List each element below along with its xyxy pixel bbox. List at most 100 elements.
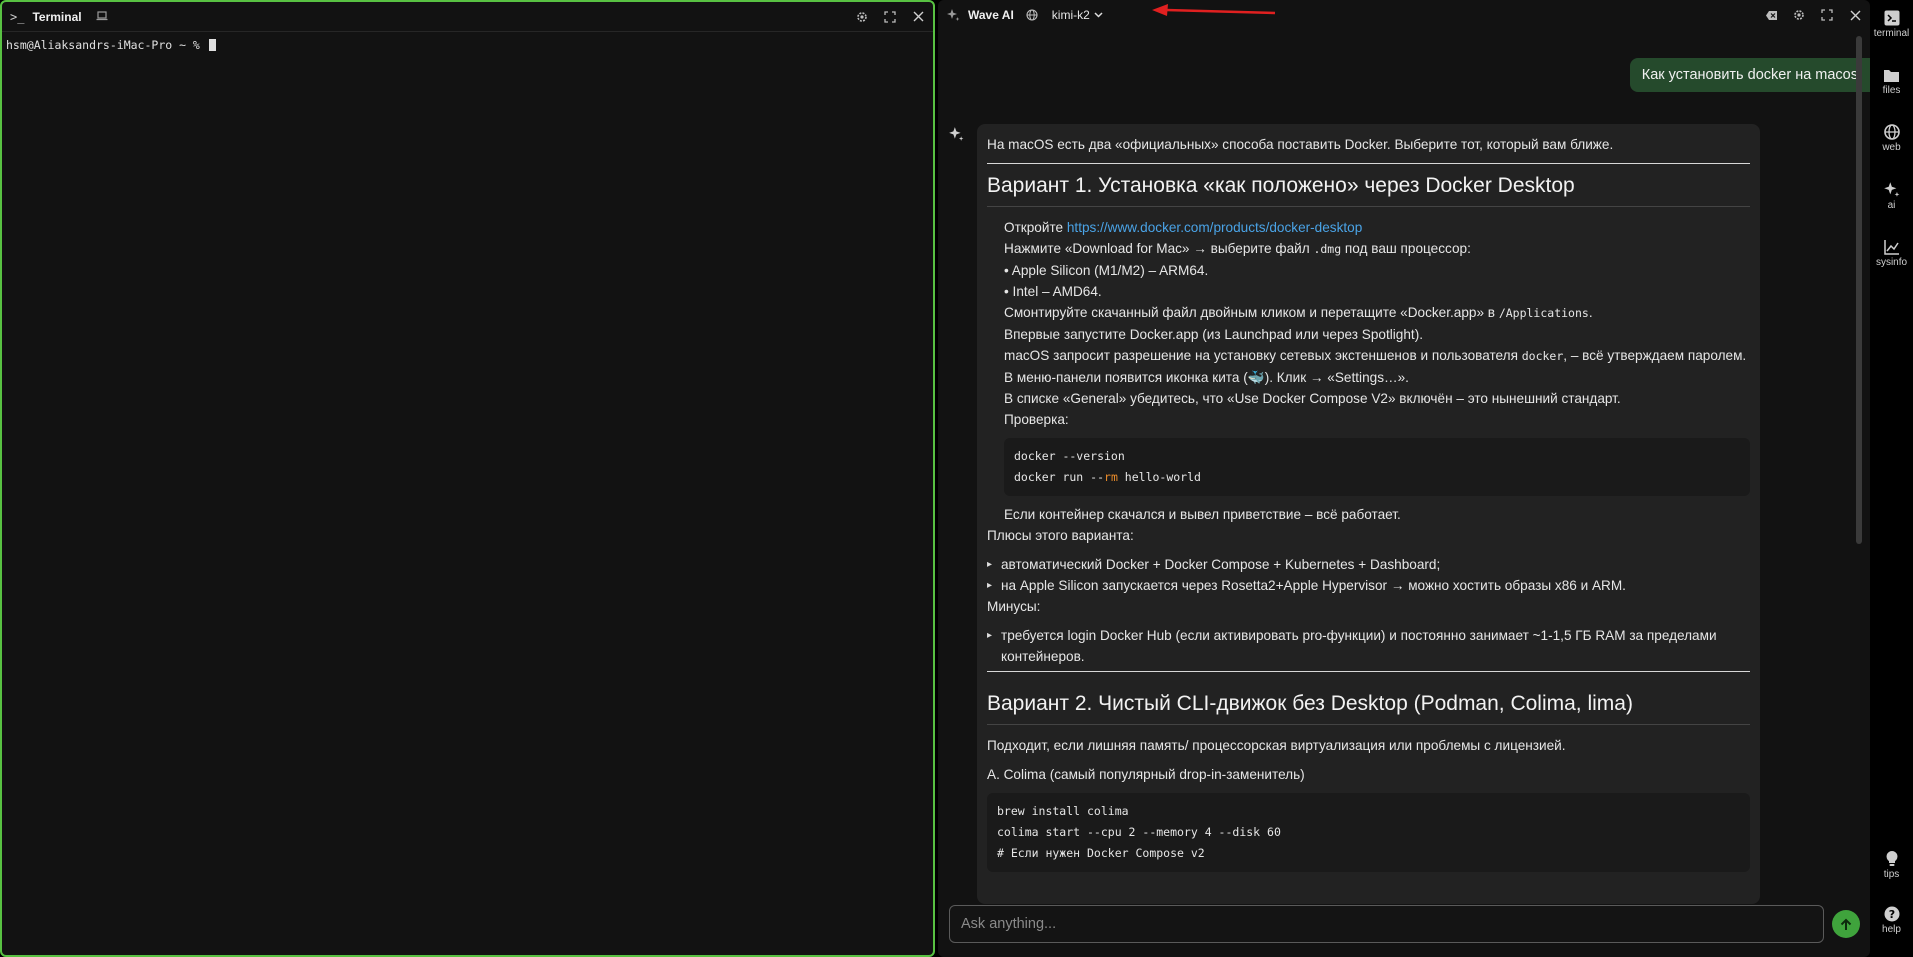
sidebar-item-label: sysinfo — [1875, 257, 1908, 268]
con-item: требуется login Docker Hub (если активир… — [987, 625, 1750, 667]
terminal-output[interactable]: hsm@Aliaksandrs-iMac-Pro ~ % — [2, 32, 933, 58]
code-line: docker --version — [1014, 449, 1125, 463]
close-icon[interactable] — [1848, 8, 1862, 22]
terminal-icon — [1884, 10, 1899, 26]
settings-icon[interactable] — [855, 10, 869, 24]
pro-item: на Apple Silicon запускается через Roset… — [987, 575, 1750, 596]
sidebar-item-label: tips — [1883, 869, 1900, 880]
maximize-icon[interactable] — [1820, 8, 1834, 22]
code-block[interactable]: docker --version docker run --rm hello-w… — [1004, 438, 1750, 496]
sidebar-item-ai[interactable]: ai — [1870, 181, 1913, 211]
code-line: colima start --cpu 2 --memory 4 --disk 6… — [997, 825, 1281, 839]
step-text: Проверка: — [1004, 412, 1069, 427]
pros-title: Плюсы этого варианта: — [987, 528, 1134, 543]
step-text: Нажмите «Download for Mac» → выберите фа… — [1004, 241, 1314, 256]
terminal-cursor — [208, 39, 216, 51]
code-token: hello-world — [1117, 470, 1201, 484]
sidebar-item-label: web — [1882, 142, 1901, 153]
sparkle-icon — [946, 8, 960, 22]
step-text: macOS запросит разрешение на установку с… — [1004, 348, 1522, 363]
help-icon: ? — [1884, 906, 1899, 922]
close-icon[interactable] — [911, 10, 925, 24]
step-text: ). Клик → «Settings…». — [1264, 370, 1409, 385]
code-line: docker run --rm hello-world — [1014, 467, 1740, 488]
inline-code: docker — [1521, 349, 1564, 363]
send-button[interactable] — [1832, 910, 1860, 938]
step-text: Откройте — [1004, 220, 1067, 235]
scrollbar[interactable] — [1856, 36, 1862, 544]
svg-text:?: ? — [1888, 908, 1894, 921]
divider — [987, 206, 1750, 207]
answer-intro: На macOS есть два «официальных» способа … — [987, 137, 1614, 152]
variant-2-intro: Подходит, если лишняя память/ процессорс… — [987, 738, 1566, 753]
sidebar-item-label: ai — [1887, 200, 1896, 211]
folder-icon — [1884, 70, 1899, 82]
wave-ai-title: Wave AI — [968, 8, 1014, 22]
divider — [987, 671, 1750, 672]
step-text: под ваш процессор: — [1341, 241, 1471, 256]
variant-1-steps: Откройте https://www.docker.com/products… — [987, 217, 1750, 430]
cons-title: Минусы: — [987, 599, 1041, 614]
step-text: • Apple Silicon (M1/M2) – ARM64. — [1004, 263, 1209, 278]
chevron-down-icon — [1094, 12, 1103, 18]
terminal-icon: >_ — [10, 9, 25, 24]
chat-input[interactable] — [950, 906, 1823, 942]
pro-item: автоматический Docker + Docker Compose +… — [987, 554, 1750, 575]
clear-chat-icon[interactable] — [1764, 8, 1778, 22]
annotation-arrow-icon — [1152, 4, 1276, 16]
heading-variant-1: Вариант 1. Установка «как положено» чере… — [987, 174, 1575, 197]
step-text: Смонтируйте скачанный файл двойным клико… — [1004, 305, 1499, 320]
sidebar-item-sysinfo[interactable]: sysinfo — [1870, 239, 1913, 268]
wave-ai-header: Wave AI kimi-k2 — [938, 0, 1870, 30]
chat-input-wrapper — [949, 905, 1824, 943]
lightbulb-icon — [1886, 851, 1897, 866]
code-block[interactable]: brew install colima colima start --cpu 2… — [987, 793, 1750, 872]
step-text: , – всё утверждаем паролем. — [1563, 348, 1747, 363]
heading-variant-2: Вариант 2. Чистый CLI-движок без Desktop… — [987, 692, 1633, 715]
right-sidebar: terminal files web ai sysinfo tips ? hel… — [1870, 0, 1913, 957]
step-text: • Intel – AMD64. — [1004, 284, 1102, 299]
inline-code: .dmg — [1313, 242, 1342, 256]
wave-ai-panel: Wave AI kimi-k2 Как установить docker на… — [938, 0, 1870, 957]
model-name: kimi-k2 — [1051, 8, 1090, 22]
step-text: . — [1588, 305, 1593, 320]
inline-code: /Applications — [1498, 306, 1589, 320]
sparkle-icon — [1884, 182, 1900, 197]
sidebar-item-help[interactable]: ? help — [1870, 906, 1913, 935]
sidebar-item-label: files — [1882, 85, 1901, 96]
code-line: # Если нужен Docker Compose v2 — [997, 846, 1205, 860]
code-token: rm — [1104, 470, 1118, 484]
step-text: В меню-панели появится иконка кита ( — [1004, 370, 1248, 385]
globe-icon[interactable] — [1026, 9, 1038, 21]
settings-icon[interactable] — [1792, 8, 1806, 22]
code-line: brew install colima — [997, 804, 1129, 818]
sidebar-item-files[interactable]: files — [1870, 68, 1913, 96]
divider — [987, 163, 1750, 164]
ai-sparkle-icon — [948, 126, 964, 147]
maximize-icon[interactable] — [883, 10, 897, 24]
terminal-title: Terminal — [32, 9, 82, 24]
user-message: Как установить docker на macos — [1629, 58, 1870, 92]
sidebar-item-terminal[interactable]: terminal — [1870, 10, 1913, 39]
globe-icon — [1883, 124, 1900, 140]
sidebar-item-tips[interactable]: tips — [1870, 850, 1913, 880]
check-result-text: Если контейнер скачался и вывел приветст… — [1004, 507, 1401, 522]
terminal-panel[interactable]: >_ Terminal hsm@Aliaksandrs-iMac-Pro ~ % — [0, 0, 935, 957]
step-text: Впервые запустите Docker.app (из Launchp… — [1004, 327, 1424, 342]
terminal-prompt: hsm@Aliaksandrs-iMac-Pro ~ % — [6, 38, 200, 52]
terminal-header: >_ Terminal — [2, 2, 933, 32]
chart-line-icon — [1883, 240, 1899, 255]
sidebar-item-label: terminal — [1873, 28, 1910, 39]
divider — [987, 724, 1750, 725]
arrow-up-icon — [1840, 918, 1852, 930]
sidebar-item-label: help — [1882, 924, 1901, 935]
code-token: docker run -- — [1014, 470, 1105, 484]
step-text: В списке «General» убедитесь, что «Use D… — [1004, 391, 1621, 406]
laptop-icon[interactable] — [96, 10, 108, 24]
whale-icon: 🐳 — [1247, 370, 1265, 385]
model-selector[interactable]: kimi-k2 — [1052, 8, 1103, 22]
ai-response: На macOS есть два «официальных» способа … — [977, 124, 1760, 904]
sidebar-item-web[interactable]: web — [1870, 124, 1913, 153]
docker-desktop-link[interactable]: https://www.docker.com/products/docker-d… — [1067, 220, 1362, 235]
variant-2-option-a: A. Colima (самый популярный drop-in-заме… — [987, 767, 1305, 782]
